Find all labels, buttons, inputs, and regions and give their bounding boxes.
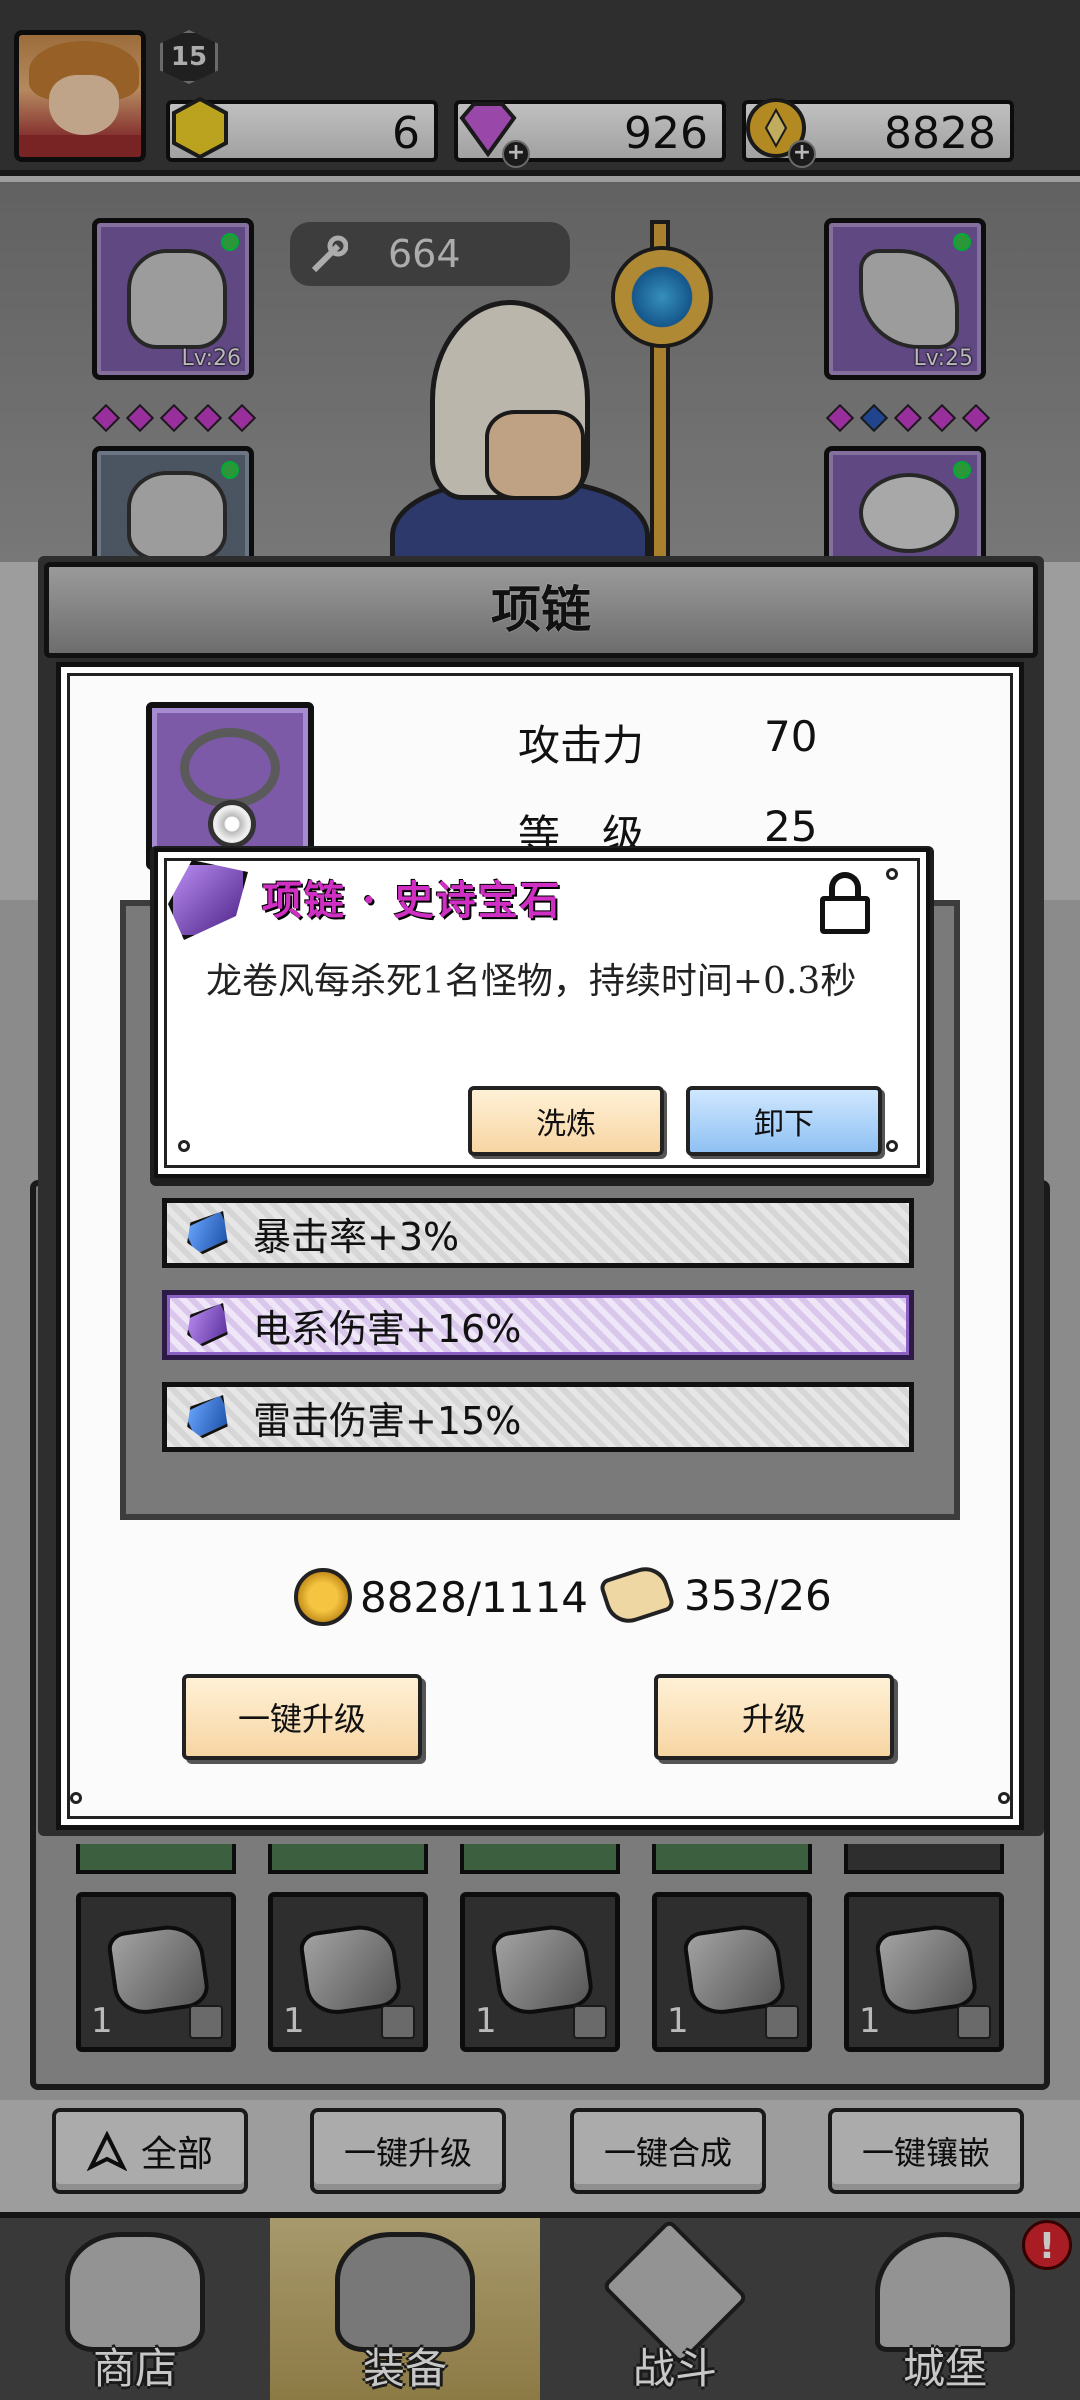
- pendant-icon: [208, 800, 256, 848]
- gem-effect: 雷击伤害+15%: [253, 1398, 522, 1443]
- lock-icon[interactable]: [820, 872, 870, 934]
- equipped-necklace-slot[interactable]: [146, 702, 314, 870]
- blue-gem-icon: [180, 1208, 236, 1258]
- upgrade-all-modal-button[interactable]: 一键升级: [182, 1674, 422, 1760]
- level-value: 25: [764, 802, 818, 851]
- modal-title-bar: 项链: [44, 562, 1038, 658]
- upgrade-button[interactable]: 升级: [654, 1674, 894, 1760]
- gem-slot-row[interactable]: 暴击率+3%: [162, 1198, 914, 1268]
- necklace-icon: [180, 728, 280, 808]
- frame-rivet: [886, 868, 898, 880]
- frame-rivet: [998, 1792, 1010, 1804]
- attack-label: 攻击力: [518, 721, 645, 770]
- gold-coin-icon: [294, 1568, 352, 1626]
- gem-effect: 暴击率+3%: [253, 1214, 460, 1259]
- gem-slot-row[interactable]: 雷击伤害+15%: [162, 1382, 914, 1452]
- scroll-icon: [597, 1561, 677, 1629]
- blue-gem-icon: [180, 1392, 236, 1442]
- upgrade-label: 升级: [741, 1700, 806, 1738]
- gem-slot-row[interactable]: 电系伤害+16%: [162, 1290, 914, 1360]
- purple-gem-icon: [180, 1300, 236, 1350]
- scroll-cost: 353/26: [597, 1561, 832, 1629]
- gold-cost-value: 8828/1114: [360, 1572, 588, 1622]
- unequip-button[interactable]: 卸下: [686, 1086, 882, 1156]
- frame-rivet: [886, 1140, 898, 1152]
- reroll-button[interactable]: 洗炼: [468, 1086, 664, 1156]
- reroll-label: 洗炼: [536, 1107, 596, 1142]
- frame-rivet: [70, 1792, 82, 1804]
- unequip-label: 卸下: [754, 1107, 814, 1142]
- gold-cost: 8828/1114: [294, 1568, 588, 1626]
- gem-title: 项链 · 史诗宝石: [262, 877, 562, 924]
- modal-title: 项链: [491, 581, 591, 639]
- frame-rivet: [178, 1140, 190, 1152]
- gem-effect: 电系伤害+16%: [253, 1306, 522, 1351]
- gem-description: 龙卷风每杀死1名怪物，持续时间+0.3秒: [206, 961, 857, 1002]
- upgrade-all-modal-label: 一键升级: [237, 1700, 366, 1738]
- attack-value: 70: [764, 712, 818, 761]
- scroll-cost-value: 353/26: [684, 1570, 832, 1620]
